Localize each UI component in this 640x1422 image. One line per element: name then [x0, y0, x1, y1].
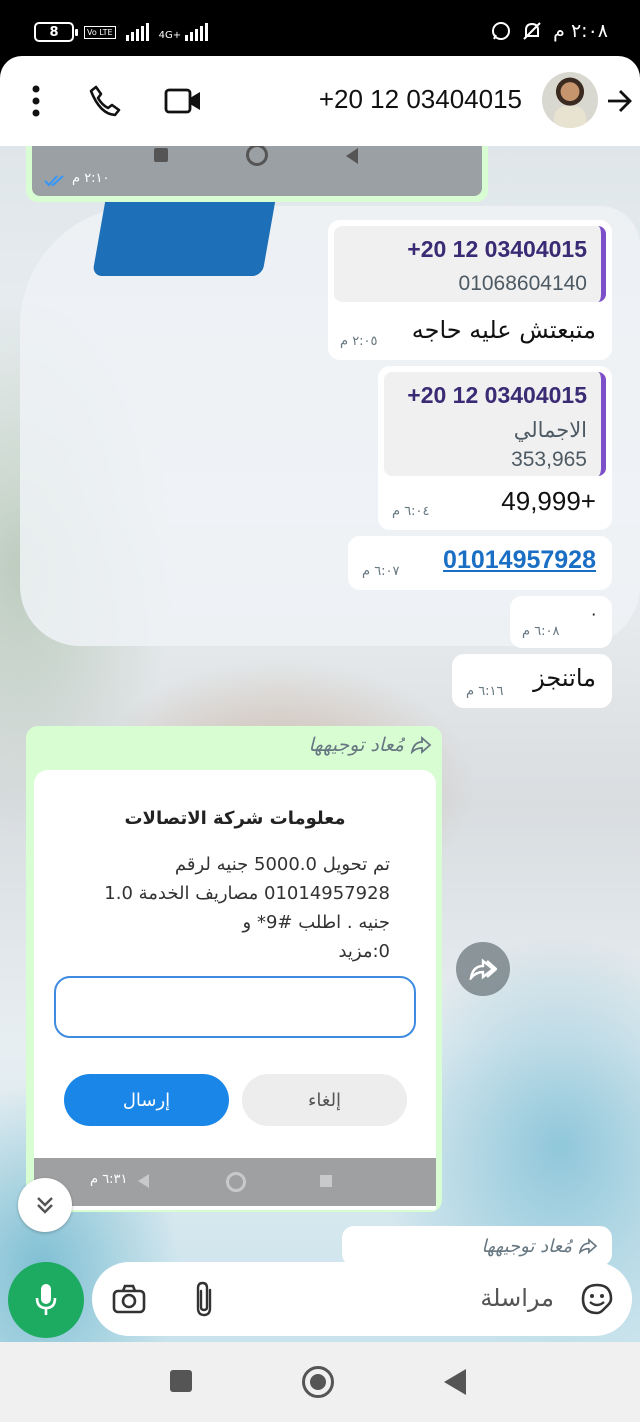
quoted-text-line: الاجمالي [513, 419, 587, 442]
dialog-line: 0:مزيد [338, 941, 390, 962]
dialog-line: تم تحويل 5000.0 جنيه لرقم [174, 854, 390, 875]
contact-name[interactable]: +20 12 03404015 [319, 84, 522, 115]
forward-icon [469, 958, 497, 980]
forwarded-label: مُعاد توجيهها [308, 734, 404, 756]
message-time: ٦:٠٧ م [362, 564, 400, 579]
dialog-line: 01014957928 مصاريف الخدمة 1.0 [104, 883, 390, 904]
quoted-text: 01068604140 [458, 272, 587, 295]
message-text: ٠ [589, 604, 598, 623]
phone-link[interactable]: 01014957928 [443, 546, 596, 575]
message-input[interactable]: مراسلة [92, 1262, 632, 1336]
recent-apps-button[interactable] [170, 1370, 192, 1392]
status-right: ٢:٠٨ م [491, 20, 608, 42]
message-time: ٦:٠٨ م [522, 624, 560, 639]
status-bar: 8 Vo LTE 4G+ ٢:٠٨ م [0, 0, 640, 62]
network-type: 4G+ [158, 30, 182, 41]
message-placeholder: مراسلة [480, 1284, 554, 1312]
message-text: متبعتش عليه حاجه [411, 316, 596, 344]
message-bubble[interactable]: ٠ ٦:٠٨ م [510, 596, 612, 648]
chat-area[interactable]: ٢:١٠ م +20 12 03404015 01068604140 متبعت… [0, 146, 640, 1342]
phone-icon[interactable] [88, 84, 122, 118]
battery-level: 8 [49, 24, 59, 40]
more-vert-icon[interactable] [28, 84, 44, 118]
double-chevron-down-icon [37, 1197, 53, 1214]
nav-square-icon [320, 1175, 332, 1187]
arrow-right-icon[interactable] [606, 88, 632, 114]
muted-bell-icon [523, 22, 541, 40]
nav-circle-icon [226, 1172, 246, 1192]
screenshot-navbar: ٦:٣١ م [34, 1158, 436, 1206]
nav-back-icon [138, 1174, 149, 1188]
signal-icon-2 [185, 23, 209, 41]
quoted-message[interactable]: +20 12 03404015 الاجمالي 353,965 [384, 372, 606, 476]
chat-header: +20 12 03404015 [0, 56, 640, 146]
sticker-icon[interactable] [580, 1282, 614, 1316]
dialog-body: تم تحويل 5000.0 جنيه لرقم 01014957928 مص… [80, 850, 390, 966]
message-bubble[interactable]: +20 12 03404015 الاجمالي 353,965 49,999+… [378, 366, 612, 530]
message-bubble[interactable]: 01014957928 ٦:٠٧ م [348, 536, 612, 590]
nav-back-icon [346, 148, 358, 164]
message-image-bubble[interactable]: ٢:١٠ م [26, 146, 488, 202]
dialog-input [54, 976, 416, 1038]
cancel-button: إلغاء [242, 1074, 407, 1126]
message-time: ٦:١٦ م [466, 684, 504, 699]
volte-icon: Vo LTE [84, 25, 116, 39]
home-dot-icon [310, 1374, 326, 1390]
status-left: 8 Vo LTE 4G+ [34, 22, 209, 42]
video-camera-icon[interactable] [164, 84, 202, 118]
quoted-sender: +20 12 03404015 [407, 382, 587, 408]
quoted-text-line: 353,965 [511, 448, 587, 471]
read-ticks-icon [44, 175, 64, 187]
message-text: ماتنجز [533, 664, 596, 692]
nav-square-icon [154, 148, 168, 162]
battery-icon: 8 [34, 22, 78, 42]
system-nav-bar [0, 1342, 640, 1422]
forward-button[interactable] [456, 942, 510, 996]
attach-icon[interactable] [192, 1280, 216, 1318]
avatar[interactable] [542, 72, 598, 128]
dialog-line: جنيه . اطلب #9* و [242, 912, 390, 933]
dialog-title: معلومات شركة الاتصالات [124, 808, 346, 829]
message-time: ٢:١٠ م [72, 171, 110, 186]
quoted-sender: +20 12 03404015 [407, 236, 587, 262]
carrier-dialog-screenshot[interactable]: معلومات شركة الاتصالات تم تحويل 5000.0 ج… [34, 770, 436, 1210]
microphone-icon [35, 1284, 57, 1315]
send-button: إرسال [64, 1074, 229, 1126]
message-bubble[interactable]: ماتنجز ٦:١٦ م [452, 654, 612, 708]
camera-icon[interactable] [112, 1284, 146, 1314]
mic-button[interactable] [8, 1262, 84, 1338]
message-time: ٦:٣١ م [90, 1172, 128, 1187]
home-button[interactable] [302, 1366, 334, 1398]
message-time: ٦:٠٤ م [392, 504, 430, 519]
composer-bar: مراسلة [0, 1252, 640, 1342]
scroll-down-button[interactable] [18, 1178, 72, 1232]
clock: ٢:٠٨ م [553, 20, 608, 42]
message-text: 49,999+ [501, 486, 596, 516]
forwarded-icon [410, 736, 432, 754]
whatsapp-icon [492, 22, 511, 40]
back-button[interactable] [444, 1369, 466, 1395]
quoted-message[interactable]: +20 12 03404015 01068604140 [334, 226, 606, 302]
signal-icon [125, 23, 149, 41]
message-time: ٢:٠٥ م [340, 334, 378, 349]
message-bubble[interactable]: +20 12 03404015 01068604140 متبعتش عليه … [328, 220, 612, 360]
